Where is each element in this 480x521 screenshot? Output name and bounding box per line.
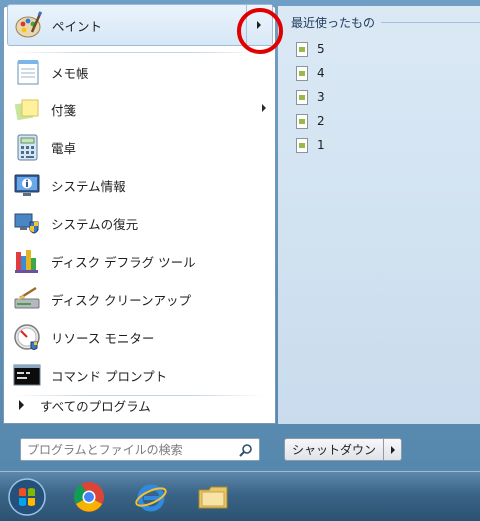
system-restore-icon (11, 207, 43, 239)
image-file-icon (296, 41, 308, 57)
disk-cleanup-icon (11, 283, 43, 315)
image-file-icon (296, 113, 308, 129)
program-item-calculator[interactable]: 電卓 (7, 129, 272, 165)
all-programs-label: すべてのプログラム (40, 398, 151, 414)
program-item-label: システム情報 (51, 178, 126, 194)
recent-item[interactable]: 5 (296, 40, 446, 58)
program-item-label: コマンド プロンプト (51, 368, 168, 384)
calculator-icon (11, 131, 43, 163)
shutdown-options-button[interactable] (384, 438, 403, 461)
shutdown-control: シャットダウン (284, 438, 403, 461)
program-item-system-restore[interactable]: システムの復元 (7, 205, 272, 241)
recent-item[interactable]: 2 (296, 112, 446, 130)
program-item-resource-monitor[interactable]: リソース モニター (7, 319, 272, 355)
recent-item-label: 3 (317, 90, 325, 104)
start-orb-icon (8, 478, 46, 516)
recent-item-label: 4 (317, 66, 325, 80)
program-item-disk-cleanup[interactable]: ディスク クリーンアップ (7, 281, 272, 317)
search-box[interactable] (20, 438, 260, 461)
internet-explorer-icon (135, 484, 167, 512)
recent-item-label: 2 (317, 114, 325, 128)
chevron-right-icon (262, 104, 266, 112)
recent-items-header: 最近使ったもの (291, 14, 480, 31)
program-item-label: ディスク クリーンアップ (51, 292, 191, 308)
triangle-right-icon (19, 400, 24, 410)
taskbar (0, 471, 480, 521)
file-explorer-icon (198, 486, 228, 509)
paint-icon (12, 9, 44, 41)
command-prompt-icon (11, 359, 43, 391)
start-button[interactable] (2, 474, 52, 520)
program-item-command-prompt[interactable]: コマンド プロンプト (7, 357, 272, 393)
chrome-icon (74, 482, 104, 512)
image-file-icon (296, 137, 308, 153)
recent-item-label: 5 (317, 42, 325, 56)
recent-items-title: 最近使ったもの (291, 16, 376, 30)
all-programs-button[interactable]: すべてのプログラム (7, 394, 272, 416)
image-file-icon (296, 89, 308, 105)
program-item-disk-defragmenter[interactable]: ディスク デフラグ ツール (7, 243, 272, 279)
resource-monitor-icon (11, 321, 43, 353)
program-item-label: システムの復元 (51, 216, 139, 232)
program-item-sticky-notes[interactable]: 付箋 (7, 91, 272, 127)
shutdown-button[interactable]: シャットダウン (284, 438, 385, 461)
recent-item[interactable]: 1 (296, 136, 446, 154)
search-input[interactable] (21, 439, 231, 460)
taskbar-file-explorer[interactable] (188, 474, 238, 520)
program-item-label: ディスク デフラグ ツール (51, 254, 196, 270)
search-icon[interactable] (239, 443, 253, 457)
defrag-icon (11, 245, 43, 277)
taskbar-chrome[interactable] (64, 474, 114, 520)
paint-jumplist-button[interactable] (246, 5, 272, 45)
divider (14, 52, 264, 53)
program-item-notepad[interactable]: メモ帳 (7, 54, 272, 90)
taskbar-internet-explorer[interactable] (126, 474, 176, 520)
chevron-right-icon (257, 21, 261, 29)
notepad-icon (11, 56, 43, 88)
program-item-system-info[interactable]: システム情報 (7, 167, 272, 203)
recent-item[interactable]: 3 (296, 88, 446, 106)
program-item-paint[interactable]: ペイント (7, 4, 273, 46)
program-item-label: ペイント (52, 18, 103, 34)
recent-item[interactable]: 4 (296, 64, 446, 82)
program-item-label: リソース モニター (51, 330, 155, 346)
system-info-icon (11, 169, 43, 201)
divider (381, 22, 480, 23)
image-file-icon (296, 65, 308, 81)
start-menu: ペイント メモ帳 付箋 電卓 システム情報 システムの復元 ディスク デフラグ … (0, 0, 480, 471)
program-item-label: 付箋 (51, 102, 77, 118)
sticky-notes-icon (11, 93, 43, 125)
program-item-label: 電卓 (51, 140, 77, 156)
program-item-label: メモ帳 (51, 65, 89, 81)
recent-item-label: 1 (317, 138, 325, 152)
